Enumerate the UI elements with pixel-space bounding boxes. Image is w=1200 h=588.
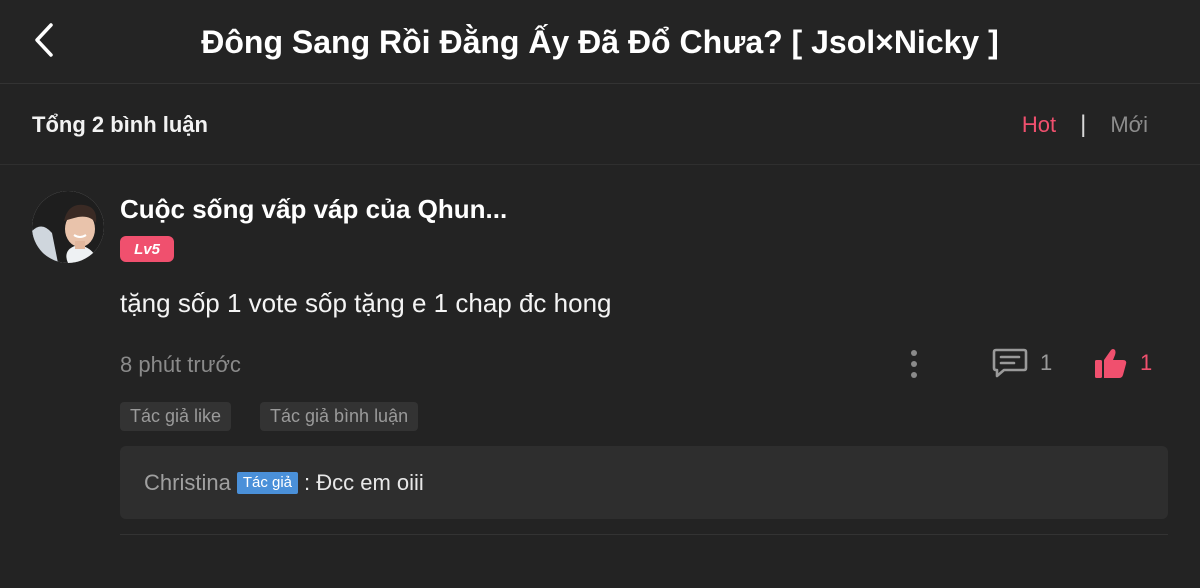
page-title: Đông Sang Rồi Đằng Ấy Đã Đổ Chưa? [ Jsol…	[201, 23, 999, 60]
thumbs-up-icon	[1095, 349, 1127, 378]
sort-separator: |	[1080, 111, 1087, 138]
level-badge: Lv5	[120, 236, 174, 262]
sort-tabs: Hot | Mới	[1022, 85, 1148, 165]
author-liked-tag: Tác giả like	[120, 402, 232, 431]
comments-toolbar: Tổng 2 bình luận Hot | Mới	[0, 85, 1200, 165]
reply-author-name[interactable]: Christina	[144, 470, 231, 496]
comment-bubble-icon	[992, 348, 1028, 378]
top-bar: Đông Sang Rồi Đằng Ấy Đã Đổ Chưa? [ Jsol…	[0, 0, 1200, 84]
author-badge: Tác giả	[236, 471, 299, 494]
more-options-button[interactable]	[900, 346, 928, 382]
comment-total: Tổng 2 bình luận	[32, 112, 208, 137]
sort-new-tab[interactable]: Mới	[1110, 112, 1148, 138]
comment-text: tặng sốp 1 vote sốp tặng e 1 chap đc hon…	[120, 288, 612, 318]
divider	[120, 534, 1168, 535]
comment-item: Cuộc sống vấp váp của Qhun... Lv5 tặng s…	[0, 166, 1200, 536]
reply-count: 1	[1040, 350, 1053, 375]
like-button[interactable]: 1	[1094, 344, 1152, 382]
like-count: 1	[1140, 350, 1153, 375]
chevron-left-icon	[35, 23, 53, 57]
avatar-image	[32, 191, 104, 263]
comment-timestamp: 8 phút trước	[120, 352, 241, 377]
sort-hot-tab[interactable]: Hot	[1022, 112, 1056, 138]
more-vertical-icon	[911, 350, 917, 378]
author-commented-tag: Tác giả bình luận	[260, 402, 419, 431]
author-reply[interactable]: Christina Tác giả : Đcc em oiii	[120, 446, 1168, 519]
reply-button[interactable]: 1	[992, 344, 1052, 382]
username[interactable]: Cuộc sống vấp váp của Qhun...	[120, 194, 507, 225]
avatar[interactable]	[32, 191, 104, 263]
back-button[interactable]	[26, 20, 62, 60]
reply-text: : Đcc em oiii	[304, 469, 424, 495]
